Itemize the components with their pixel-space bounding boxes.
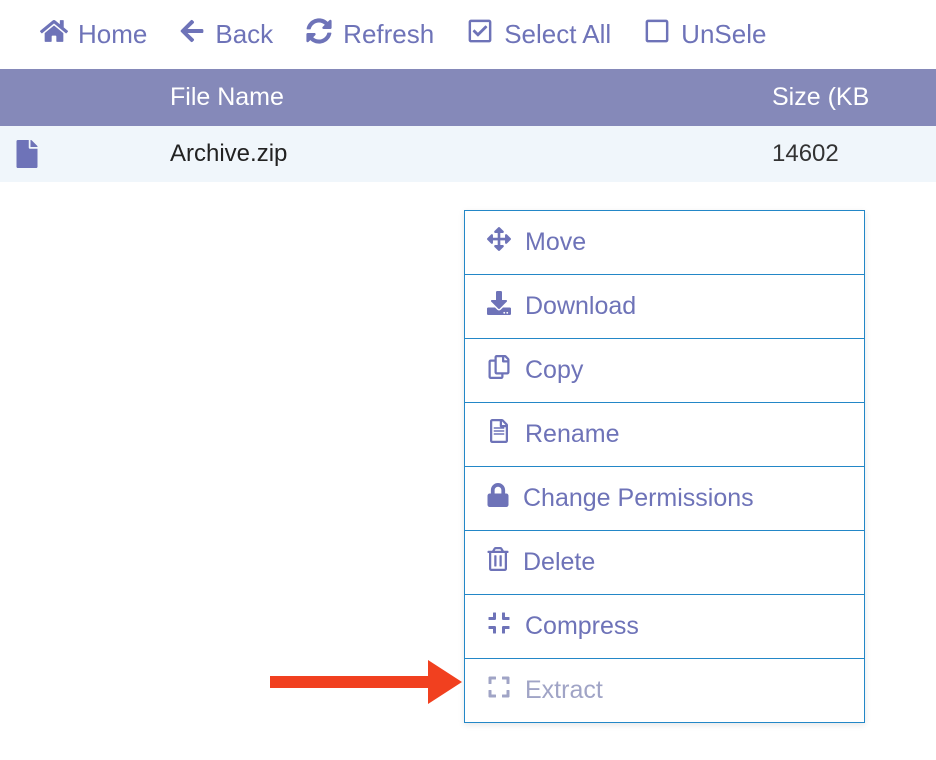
annotation-arrow bbox=[270, 660, 462, 704]
home-icon bbox=[40, 18, 68, 51]
rename-icon bbox=[487, 419, 511, 450]
menu-extract[interactable]: Extract bbox=[465, 659, 864, 722]
menu-permissions-label: Change Permissions bbox=[523, 484, 754, 513]
back-label: Back bbox=[215, 19, 273, 50]
copy-icon bbox=[487, 355, 511, 386]
table-row[interactable]: Archive.zip 14602 bbox=[0, 126, 936, 183]
menu-compress-label: Compress bbox=[525, 612, 639, 641]
file-icon bbox=[0, 140, 170, 168]
refresh-icon bbox=[305, 18, 333, 51]
arrow-left-icon bbox=[179, 18, 205, 51]
lock-icon bbox=[487, 483, 509, 514]
menu-download-label: Download bbox=[525, 292, 636, 321]
menu-move[interactable]: Move bbox=[465, 211, 864, 275]
menu-permissions[interactable]: Change Permissions bbox=[465, 467, 864, 531]
home-label: Home bbox=[78, 19, 147, 50]
menu-download[interactable]: Download bbox=[465, 275, 864, 339]
unselect-label: UnSele bbox=[681, 19, 766, 50]
menu-copy-label: Copy bbox=[525, 356, 583, 385]
col-size: Size (KB bbox=[736, 83, 936, 112]
menu-move-label: Move bbox=[525, 228, 586, 257]
menu-copy[interactable]: Copy bbox=[465, 339, 864, 403]
back-button[interactable]: Back bbox=[179, 18, 273, 51]
toolbar: Home Back Refresh Select All UnSele bbox=[0, 0, 936, 69]
menu-rename-label: Rename bbox=[525, 420, 620, 449]
unselect-button[interactable]: UnSele bbox=[643, 18, 766, 51]
context-menu: Move Download Copy Rename Change Permiss… bbox=[464, 210, 865, 723]
expand-icon bbox=[487, 675, 511, 706]
menu-rename[interactable]: Rename bbox=[465, 403, 864, 467]
trash-icon bbox=[487, 547, 509, 578]
compress-icon bbox=[487, 611, 511, 642]
check-square-icon bbox=[466, 18, 494, 51]
select-all-label: Select All bbox=[504, 19, 611, 50]
refresh-label: Refresh bbox=[343, 19, 434, 50]
select-all-button[interactable]: Select All bbox=[466, 18, 611, 51]
menu-extract-label: Extract bbox=[525, 676, 603, 705]
table-header: File Name Size (KB bbox=[0, 69, 936, 126]
square-icon bbox=[643, 18, 671, 51]
download-icon bbox=[487, 291, 511, 322]
refresh-button[interactable]: Refresh bbox=[305, 18, 434, 51]
file-name: Archive.zip bbox=[170, 140, 736, 168]
menu-delete[interactable]: Delete bbox=[465, 531, 864, 595]
menu-compress[interactable]: Compress bbox=[465, 595, 864, 659]
menu-delete-label: Delete bbox=[523, 548, 595, 577]
file-size: 14602 bbox=[736, 140, 936, 168]
move-icon bbox=[487, 227, 511, 258]
col-file-name: File Name bbox=[170, 83, 736, 112]
home-button[interactable]: Home bbox=[40, 18, 147, 51]
